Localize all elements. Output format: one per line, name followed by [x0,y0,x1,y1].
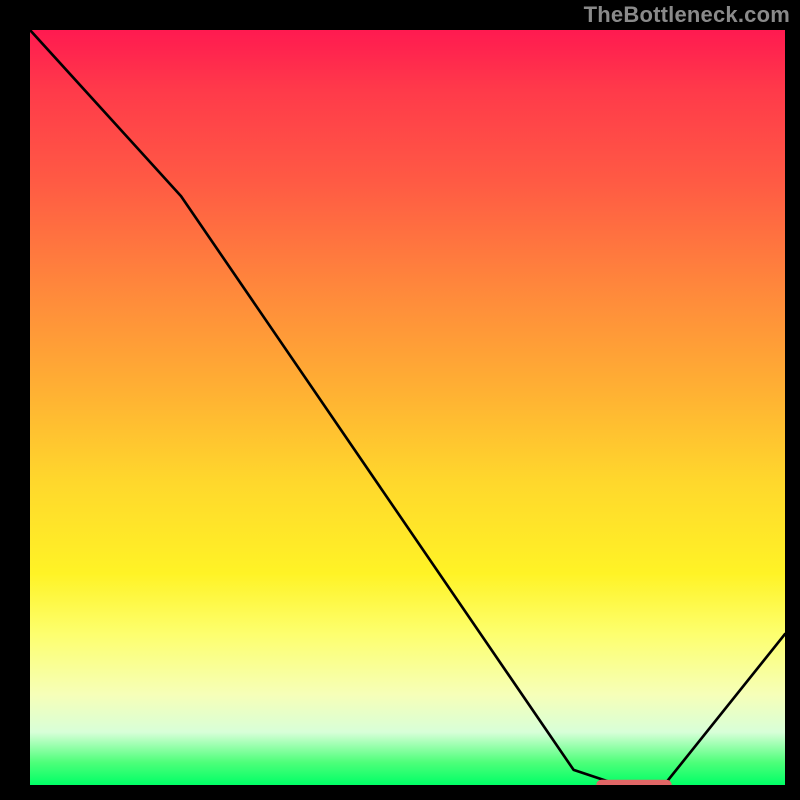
chart-frame: TheBottleneck.com [0,0,800,800]
watermark-text: TheBottleneck.com [584,2,790,28]
plot-area [30,30,785,785]
optimal-zone-marker [30,30,785,785]
